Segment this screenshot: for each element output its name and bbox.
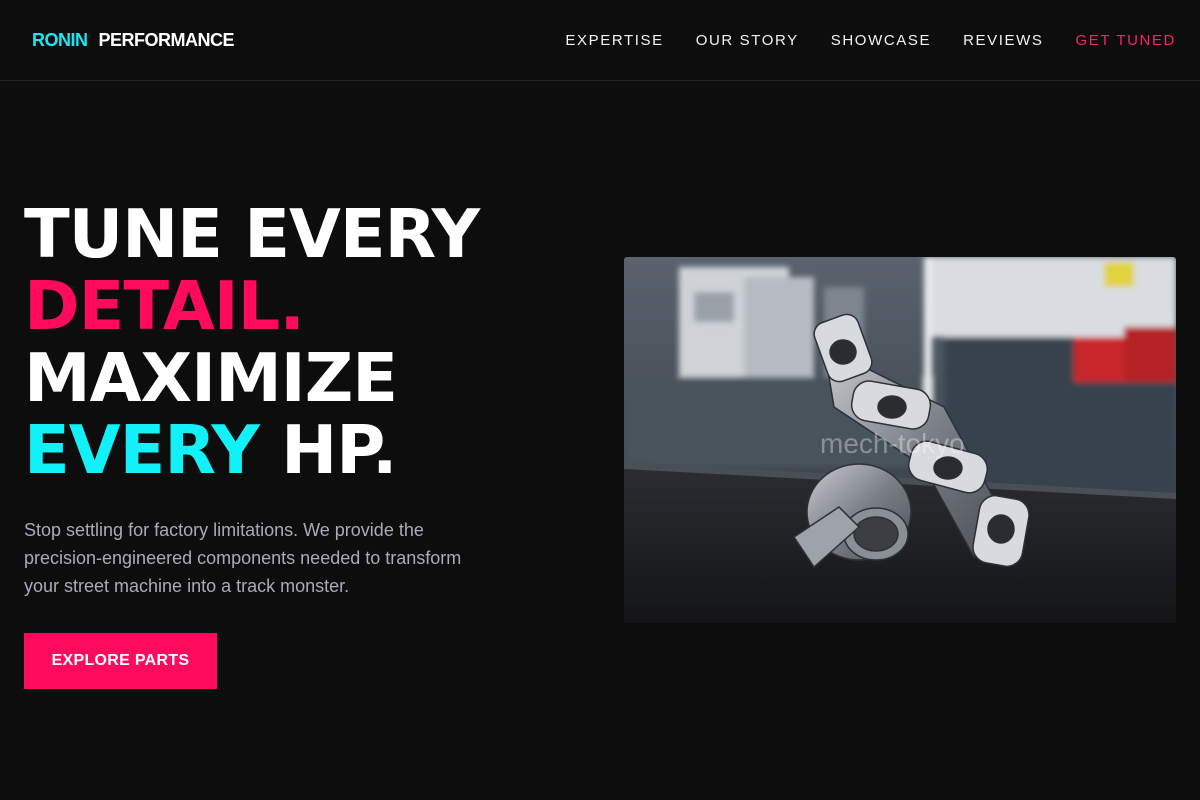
image-watermark: mech-tokyo (820, 428, 965, 459)
headline-line-4: EVERY HP. (24, 414, 544, 486)
explore-parts-button[interactable]: EXPLORE PARTS (24, 633, 217, 689)
brand-name-part1: RONIN (32, 29, 88, 50)
site-header: RONIN PERFORMANCE EXPERTISE OUR STORY SH… (0, 0, 1200, 81)
hero-headline: TUNE EVERY DETAIL. MAXIMIZE EVERY HP. (24, 198, 544, 486)
nav-expertise[interactable]: EXPERTISE (565, 32, 663, 49)
brand-logo[interactable]: RONIN PERFORMANCE (32, 29, 235, 51)
headline-line-3: MAXIMIZE (24, 339, 398, 417)
brand-name-part2: PERFORMANCE (98, 29, 235, 50)
nav-showcase[interactable]: SHOWCASE (831, 32, 931, 49)
exhaust-manifold-photo: mech-tokyo (624, 257, 1176, 623)
headline-hp: HP. (281, 411, 397, 489)
main-nav: EXPERTISE OUR STORY SHOWCASE REVIEWS GET… (565, 32, 1176, 49)
hero-section: TUNE EVERY DETAIL. MAXIMIZE EVERY HP. St… (24, 198, 544, 689)
headline-line-1: TUNE EVERY (24, 195, 480, 273)
headline-line-2: DETAIL. (24, 267, 305, 345)
headline-accent-every: EVERY (24, 411, 260, 489)
hero-product-image: mech-tokyo (624, 257, 1176, 623)
nav-get-tuned[interactable]: GET TUNED (1075, 32, 1176, 49)
nav-our-story[interactable]: OUR STORY (696, 32, 799, 49)
nav-reviews[interactable]: REVIEWS (963, 32, 1043, 49)
hero-subtitle: Stop settling for factory limitations. W… (24, 520, 462, 596)
